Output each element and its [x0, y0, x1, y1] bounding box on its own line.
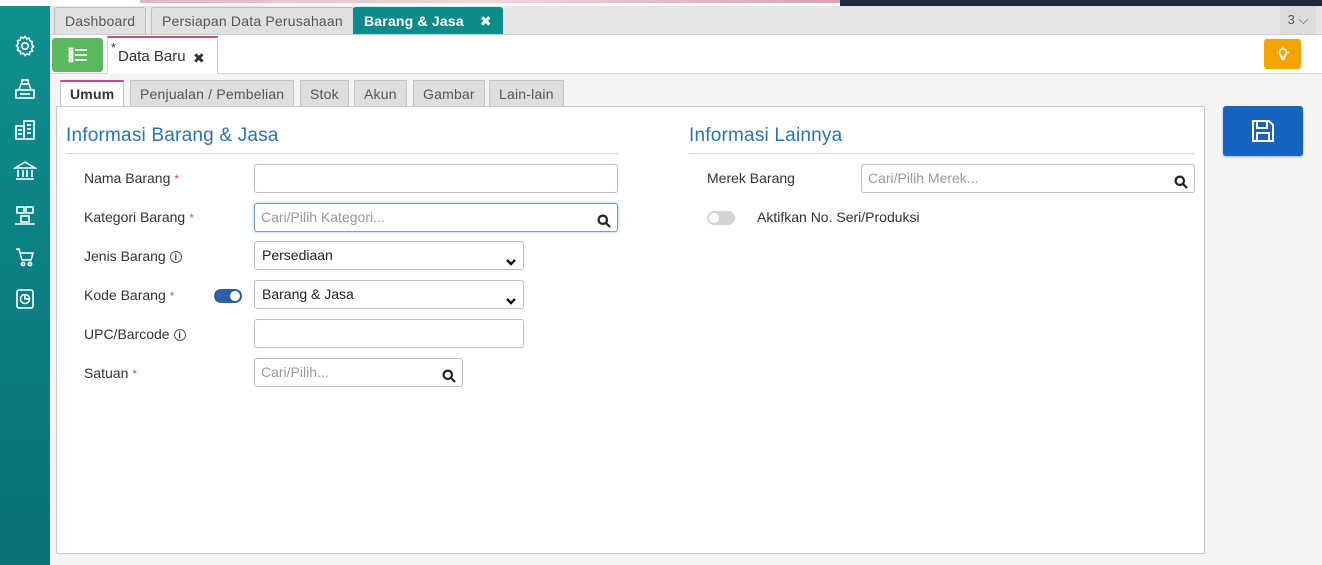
- tab-gambar[interactable]: Gambar: [413, 80, 485, 107]
- tab-label: Persiapan Data Perusahaan: [162, 13, 343, 29]
- list-icon: [68, 47, 87, 63]
- tab-label: Barang & Jasa: [364, 13, 464, 29]
- label-text: Jenis Barang: [84, 248, 166, 264]
- doc-tab-label: Data Baru: [118, 48, 186, 65]
- report-icon[interactable]: [12, 286, 38, 312]
- building-icon[interactable]: [12, 117, 38, 143]
- jenis-barang-label: Jenis Barang i: [84, 248, 182, 264]
- aktifkan-seri-label: Aktifkan No. Seri/Produksi: [757, 209, 920, 225]
- tab-count-dropdown[interactable]: 3 ⌵: [1280, 6, 1316, 34]
- kategori-barang-input[interactable]: Cari/Pilih Kategori...: [254, 203, 618, 232]
- tab-barang-jasa[interactable]: Barang & Jasa ✖: [353, 7, 503, 34]
- chevron-down-icon: [505, 250, 517, 266]
- close-icon[interactable]: ✖: [480, 13, 492, 29]
- nama-barang-label: Nama Barang *: [84, 170, 179, 186]
- cash-register-icon[interactable]: [12, 76, 38, 102]
- lightbulb-icon: [1276, 46, 1289, 60]
- satuan-input[interactable]: Cari/Pilih...: [254, 358, 463, 387]
- tab-penjualan-pembelian[interactable]: Penjualan / Pembelian: [130, 80, 295, 107]
- save-icon: [1252, 120, 1274, 142]
- upc-barcode-input[interactable]: [254, 319, 524, 348]
- tab-stok[interactable]: Stok: [300, 80, 349, 107]
- close-icon[interactable]: ✖: [193, 50, 205, 67]
- cart-icon[interactable]: [12, 244, 38, 270]
- selected-value: Barang & Jasa: [262, 286, 354, 302]
- search-icon[interactable]: [1174, 171, 1188, 189]
- placeholder-text: Cari/Pilih Kategori...: [261, 209, 385, 225]
- aktifkan-seri-toggle[interactable]: [707, 211, 735, 225]
- placeholder-text: Cari/Pilih...: [261, 364, 329, 380]
- tab-akun[interactable]: Akun: [354, 80, 407, 107]
- doc-tab-data-baru[interactable]: * Data Baru ✖: [107, 36, 218, 74]
- selected-value: Persediaan: [262, 247, 333, 263]
- merek-barang-input[interactable]: Cari/Pilih Merek...: [861, 164, 1195, 193]
- kode-barang-label: Kode Barang *: [84, 287, 174, 303]
- section-title-informasi-barang: Informasi Barang & Jasa: [66, 125, 279, 146]
- nama-barang-input[interactable]: [254, 164, 618, 193]
- merek-barang-label: Merek Barang: [707, 170, 795, 186]
- lightbulb-button[interactable]: [1264, 39, 1301, 69]
- required-marker: *: [132, 367, 138, 381]
- bank-icon[interactable]: [12, 158, 38, 184]
- jenis-barang-select[interactable]: Persediaan: [254, 241, 524, 270]
- label-text: UPC/Barcode: [84, 326, 170, 342]
- info-icon[interactable]: i: [173, 329, 186, 341]
- form-panel: Informasi Barang & Jasa Nama Barang * Kat…: [56, 106, 1205, 554]
- section-title-informasi-lainnya: Informasi Lainnya: [689, 125, 843, 146]
- search-icon[interactable]: [597, 210, 611, 228]
- search-icon[interactable]: [442, 365, 456, 383]
- unsaved-marker: *: [111, 40, 117, 55]
- label-text: Kategori Barang: [84, 209, 186, 225]
- tab-label: Dashboard: [65, 13, 136, 29]
- section-divider: [66, 153, 619, 154]
- required-marker: *: [189, 211, 194, 225]
- inventory-icon[interactable]: [12, 202, 38, 228]
- placeholder-text: Cari/Pilih Merek...: [868, 170, 979, 186]
- upc-barcode-label: UPC/Barcode i: [84, 326, 186, 342]
- toggle-knob: [230, 291, 240, 301]
- menu-button[interactable]: [52, 38, 103, 72]
- tab-dashboard[interactable]: Dashboard: [54, 7, 147, 34]
- kode-barang-toggle[interactable]: [214, 289, 242, 303]
- top-decoration: [140, 0, 840, 3]
- kode-barang-select[interactable]: Barang & Jasa: [254, 280, 524, 309]
- document-bar: * Data Baru ✖: [50, 35, 1322, 74]
- label-text: Kode Barang: [84, 287, 166, 303]
- section-divider: [689, 153, 1195, 154]
- gear-icon[interactable]: [12, 33, 38, 59]
- save-button[interactable]: [1223, 106, 1303, 156]
- top-tab-bar: Dashboard Persiapan Data Perusahaan Bara…: [50, 6, 1322, 35]
- required-marker: *: [174, 172, 180, 186]
- toggle-knob: [709, 213, 719, 223]
- tab-lain-lain[interactable]: Lain-lain: [489, 80, 564, 107]
- kategori-barang-label: Kategori Barang *: [84, 209, 194, 225]
- sidebar: [0, 6, 50, 565]
- tab-persiapan-data-perusahaan[interactable]: Persiapan Data Perusahaan: [151, 7, 354, 34]
- label-text: Satuan: [84, 365, 129, 381]
- info-icon[interactable]: i: [169, 251, 182, 263]
- label-text: Nama Barang: [84, 170, 171, 186]
- chevron-down-icon: [505, 289, 517, 305]
- required-marker: *: [169, 289, 175, 303]
- tab-umum[interactable]: Umum: [60, 80, 125, 108]
- satuan-label: Satuan *: [84, 365, 137, 381]
